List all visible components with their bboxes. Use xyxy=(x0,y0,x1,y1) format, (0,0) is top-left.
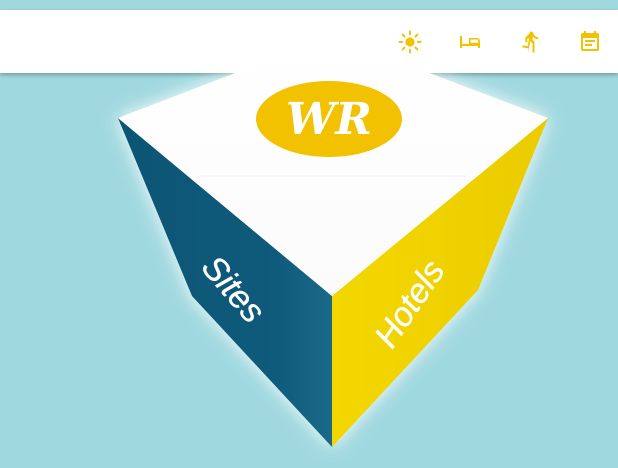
navigation-cube: Sites Hotels WR xyxy=(0,0,618,468)
logo-text: WR xyxy=(286,94,372,145)
wr-logo[interactable]: WR xyxy=(256,81,402,157)
